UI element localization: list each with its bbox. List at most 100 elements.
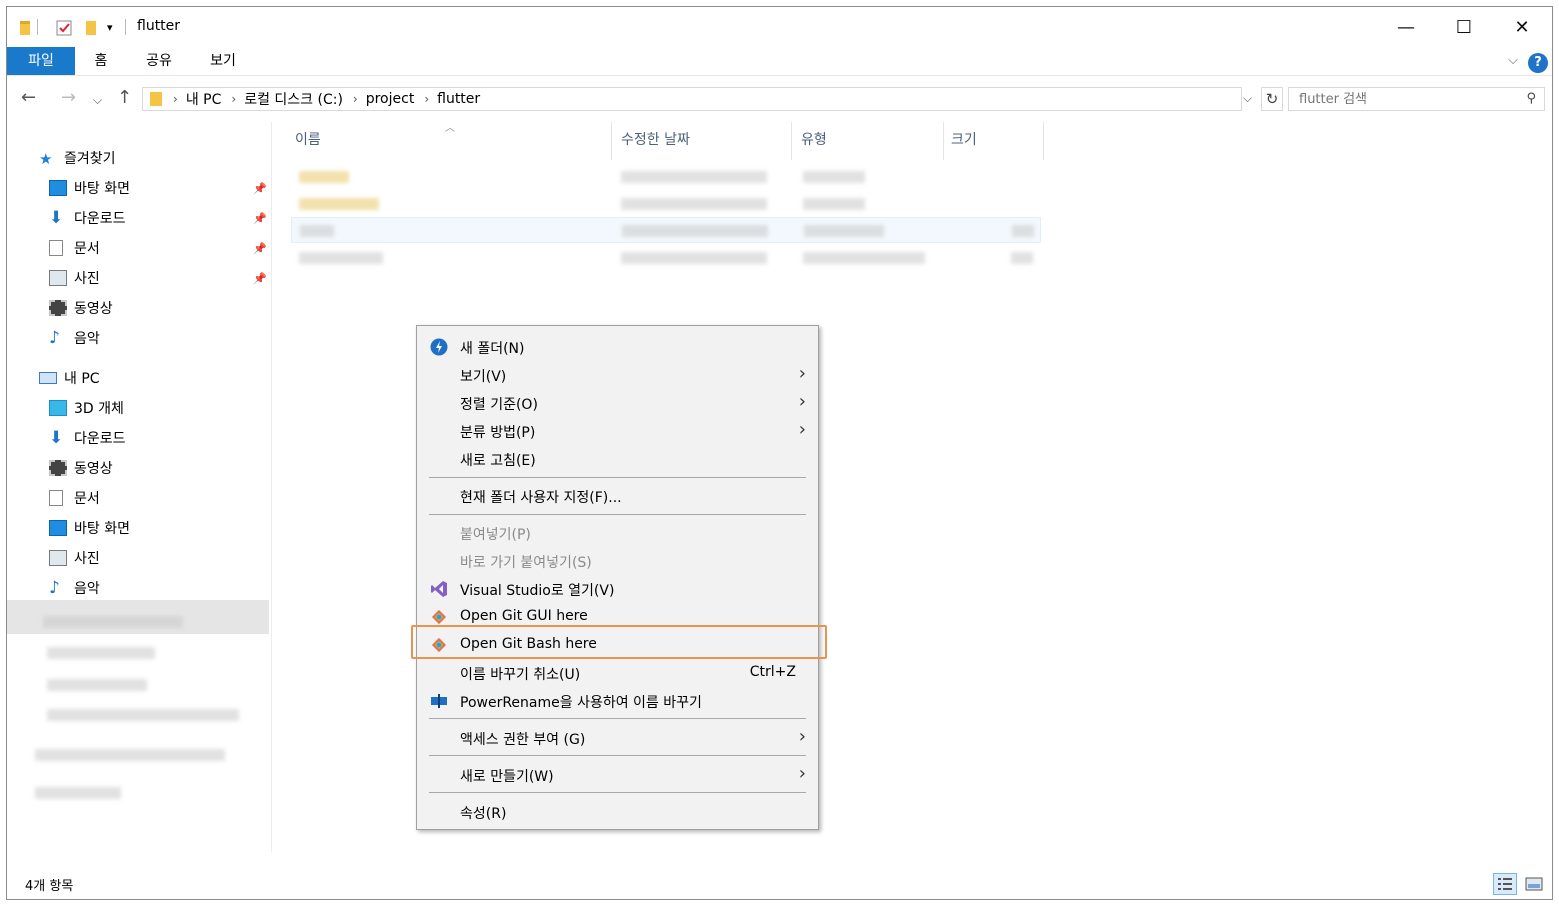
menu-item-group-by[interactable]: 분류 방법(P) › — [417, 416, 818, 444]
pictures-icon — [49, 550, 67, 566]
close-button[interactable]: ✕ — [1493, 7, 1551, 47]
computer-icon — [39, 372, 57, 384]
menu-separator — [429, 792, 806, 793]
column-divider — [943, 122, 944, 160]
breadcrumb-project[interactable]: project — [366, 91, 415, 107]
download-icon: ⬇ — [49, 428, 64, 448]
file-row[interactable] — [291, 245, 1041, 271]
pin-icon[interactable]: 📌 — [253, 182, 267, 195]
blurred-drive-label[interactable] — [47, 679, 147, 691]
breadcrumb-this-pc[interactable]: 내 PC — [186, 89, 222, 109]
help-button[interactable]: ? — [1528, 53, 1548, 73]
blurred-file-date — [622, 225, 768, 237]
nav-item-pictures[interactable]: 사진 — [49, 263, 100, 293]
sort-ascending-icon: ︿ — [445, 123, 455, 134]
menu-item-sort-by[interactable]: 정렬 기준(O) › — [417, 388, 818, 416]
menu-item-label: 보기(V) — [460, 369, 507, 385]
pin-icon[interactable]: 📌 — [253, 212, 267, 225]
tab-share[interactable]: 공유 — [139, 47, 179, 75]
details-view-icon — [1498, 878, 1512, 890]
navigation-pane: ★ 즐겨찾기 바탕 화면 📌 ⬇ 다운로드 📌 문서 📌 사진 📌 동영상 ♪ — [7, 122, 272, 852]
menu-item-shortcut: Ctrl+Z — [749, 664, 796, 680]
menu-item-customize-folder[interactable]: 현재 폴더 사용자 지정(F)... — [417, 481, 818, 509]
nav-item-3d-objects[interactable]: 3D 개체 — [49, 393, 124, 423]
pin-icon[interactable]: 📌 — [253, 242, 267, 255]
search-input[interactable] — [1297, 91, 1501, 108]
menu-item-view[interactable]: 보기(V) › — [417, 360, 818, 388]
video-icon — [49, 460, 67, 476]
tab-file[interactable]: 파일 — [7, 47, 75, 75]
nav-item-documents[interactable]: 문서 — [49, 483, 100, 513]
blurred-drive-label[interactable] — [47, 647, 155, 659]
pin-icon[interactable]: 📌 — [253, 272, 267, 285]
maximize-button[interactable]: ☐ — [1435, 7, 1493, 47]
chevron-right-icon[interactable]: › — [353, 92, 358, 106]
nav-label: 동영상 — [74, 301, 113, 317]
blurred-file-name — [300, 225, 334, 237]
column-header-name[interactable]: 이름 — [295, 129, 321, 159]
large-icons-view-icon — [1525, 877, 1543, 891]
column-header-type[interactable]: 유형 — [801, 129, 827, 159]
file-row-selected[interactable] — [291, 217, 1041, 243]
nav-item-downloads[interactable]: ⬇ 다운로드 — [49, 203, 126, 233]
search-box[interactable]: ⚲ — [1288, 87, 1545, 111]
chevron-right-icon[interactable]: › — [231, 92, 236, 106]
blurred-drive-label[interactable] — [43, 616, 183, 628]
minimize-button[interactable]: — — [1377, 7, 1435, 47]
tab-view[interactable]: 보기 — [203, 47, 243, 75]
blurred-drive-label[interactable] — [47, 709, 239, 721]
details-view-button[interactable] — [1493, 873, 1517, 895]
menu-item-new[interactable]: 새로 만들기(W) › — [417, 760, 818, 788]
nav-item-desktop[interactable]: 바탕 화면 — [49, 513, 130, 543]
blurred-network-label[interactable] — [35, 787, 121, 799]
menu-separator — [429, 477, 806, 478]
column-divider — [1043, 122, 1044, 160]
menu-item-open-in-visual-studio[interactable]: Visual Studio로 열기(V) — [417, 574, 818, 602]
nav-quick-access[interactable]: ★ 즐겨찾기 — [39, 143, 116, 173]
nav-item-pictures[interactable]: 사진 — [49, 543, 100, 573]
file-row[interactable] — [291, 191, 1041, 217]
nav-item-music[interactable]: ♪ 음악 — [49, 323, 100, 353]
menu-item-refresh[interactable]: 새로 고침(E) — [417, 444, 818, 472]
file-row[interactable] — [291, 164, 1041, 190]
nav-item-documents[interactable]: 문서 — [49, 233, 100, 263]
nav-item-videos[interactable]: 동영상 — [49, 293, 113, 323]
blurred-network-label[interactable] — [35, 749, 225, 761]
nav-item-desktop[interactable]: 바탕 화면 — [49, 173, 130, 203]
breadcrumb-flutter[interactable]: flutter — [437, 91, 480, 107]
column-header-size[interactable]: 크기 — [951, 129, 977, 159]
visual-studio-icon — [431, 581, 447, 597]
tab-home[interactable]: 홈 — [83, 47, 119, 75]
menu-item-label: 이름 바꾸기 취소(U) — [460, 667, 581, 683]
menu-item-powerrename[interactable]: PowerRename을 사용하여 이름 바꾸기 — [417, 686, 818, 714]
nav-item-music[interactable]: ♪ 음악 — [49, 573, 100, 603]
menu-item-label: 분류 방법(P) — [460, 425, 536, 441]
ribbon-tabs: 파일 홈 공유 보기 ⌵ ? — [7, 47, 1552, 76]
menu-item-give-access[interactable]: 액세스 권한 부여 (G) › — [417, 723, 818, 751]
forward-arrow-icon[interactable]: → — [61, 87, 76, 108]
properties-icon[interactable] — [55, 19, 73, 37]
customize-quick-access-icon[interactable]: ▾ — [107, 21, 113, 34]
expand-ribbon-icon[interactable]: ⌵ — [1508, 53, 1518, 68]
nav-this-pc[interactable]: 내 PC — [39, 363, 100, 393]
search-icon[interactable]: ⚲ — [1526, 91, 1536, 106]
up-arrow-icon[interactable]: ↑ — [117, 87, 132, 108]
menu-item-properties[interactable]: 속성(R) — [417, 797, 818, 825]
nav-item-videos[interactable]: 동영상 — [49, 453, 113, 483]
menu-item-label: 새로 만들기(W) — [460, 769, 554, 785]
menu-item-new-folder[interactable]: 새 폴더(N) — [417, 332, 818, 360]
chevron-right-icon[interactable]: › — [424, 92, 429, 106]
column-header-date[interactable]: 수정한 날짜 — [621, 129, 690, 159]
recent-locations-icon[interactable]: ⌵ — [93, 93, 102, 108]
nav-item-downloads[interactable]: ⬇ 다운로드 — [49, 423, 126, 453]
address-dropdown-icon[interactable]: ⌵ — [1243, 91, 1252, 106]
menu-item-undo-rename[interactable]: 이름 바꾸기 취소(U) Ctrl+Z — [417, 658, 818, 686]
refresh-button[interactable]: ↻ — [1261, 87, 1283, 111]
blurred-file-name — [299, 198, 379, 210]
back-arrow-icon[interactable]: ← — [21, 87, 36, 108]
new-folder-quick-icon[interactable] — [85, 19, 97, 37]
large-icons-view-button[interactable] — [1522, 873, 1546, 895]
address-bar[interactable]: › 내 PC › 로컬 디스크 (C:) › project › flutter — [142, 87, 1242, 111]
chevron-right-icon[interactable]: › — [173, 92, 178, 106]
breadcrumb-local-disk[interactable]: 로컬 디스크 (C:) — [244, 89, 343, 109]
